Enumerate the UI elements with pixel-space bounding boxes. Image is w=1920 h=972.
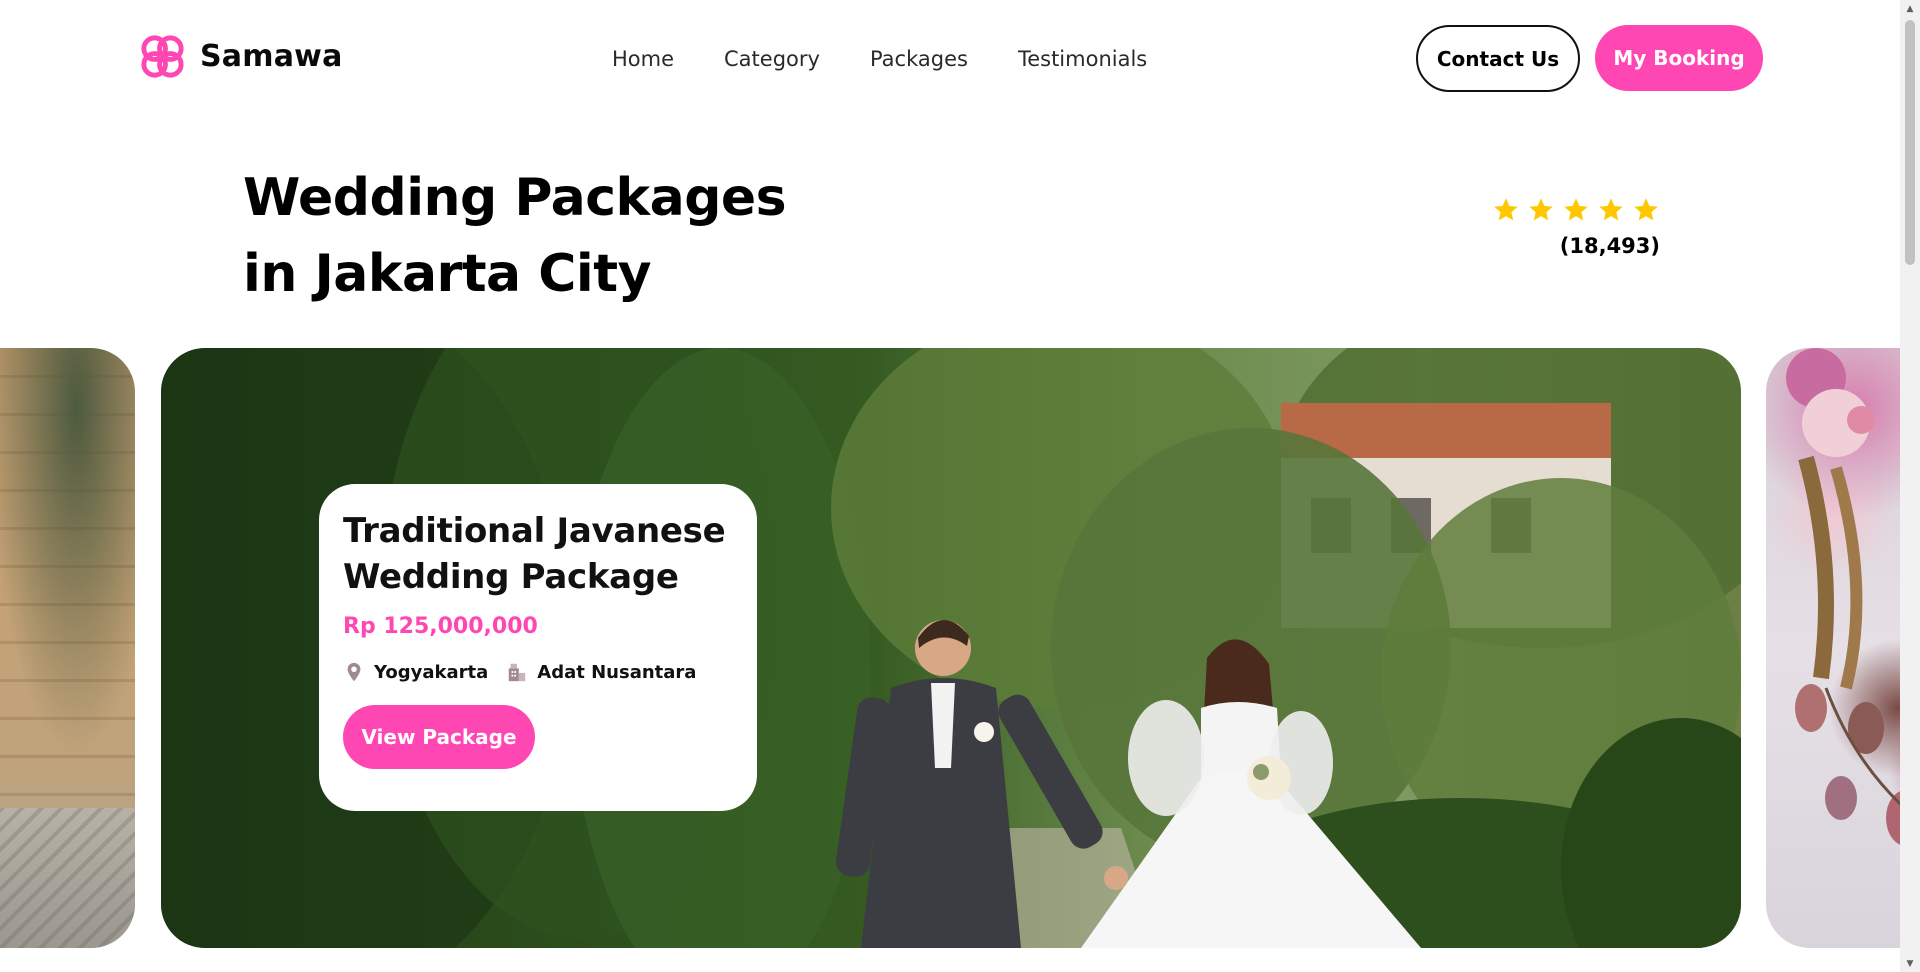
my-booking-button[interactable]: My Booking [1595,25,1763,91]
carousel-slide-next[interactable] [1766,348,1900,948]
nav-home[interactable]: Home [612,44,674,74]
nav-packages[interactable]: Packages [870,44,968,74]
package-carousel: Traditional Javanese Wedding Package Rp … [0,348,1900,948]
brand-name: Samawa [200,39,343,74]
package-organizer-text: Adat Nusantara [537,661,697,683]
package-location: Yogyakarta [343,661,488,683]
page-scrollbar[interactable]: ▲ ▼ [1900,0,1920,972]
page-title-line-1: Wedding Packages [243,168,787,228]
samawa-logo-icon [141,35,184,78]
main-nav: Home Category Packages Testimonials [612,44,1147,74]
review-count: (18,493) [1559,234,1660,258]
site-header: Samawa Home Category Packages Testimonia… [0,0,1900,118]
carousel-slide-previous[interactable] [0,348,135,948]
package-title: Traditional Javanese Wedding Package [343,508,733,600]
scrollbar-thumb[interactable] [1905,20,1915,265]
nav-category[interactable]: Category [724,44,820,74]
package-title-line-2: Wedding Package [343,557,679,597]
floral-decor-image [1786,348,1900,845]
scroll-up-arrow-icon[interactable]: ▲ [1900,0,1920,17]
carousel-slide-featured: Traditional Javanese Wedding Package Rp … [161,348,1741,948]
rating-summary: (18,493) [1485,196,1660,258]
building-icon [509,663,526,682]
package-price: Rp 125,000,000 [343,614,538,639]
package-organizer: Adat Nusantara [506,661,696,683]
star-icon [1529,198,1553,221]
scroll-down-arrow-icon[interactable]: ▼ [1900,955,1920,972]
star-icon [1599,198,1623,221]
contact-us-button[interactable]: Contact Us [1416,25,1580,92]
package-meta: Yogyakarta Adat Nusantara [343,661,733,683]
star-icon [1634,198,1658,221]
star-icon [1494,198,1518,221]
cobblestone-path-image [0,808,135,948]
page-title-line-2: in Jakarta City [243,244,652,304]
package-location-text: Yogyakarta [374,661,489,683]
star-icon [1564,198,1588,221]
package-title-line-1: Traditional Javanese [343,511,726,551]
page-title: Wedding Packages in Jakarta City [243,160,787,312]
package-info-card: Traditional Javanese Wedding Package Rp … [319,484,757,811]
map-pin-icon [347,662,361,682]
brand-logo[interactable]: Samawa [137,31,343,82]
view-package-button[interactable]: View Package [343,705,535,769]
star-rating [1485,196,1660,224]
nav-testimonials[interactable]: Testimonials [1018,44,1147,74]
